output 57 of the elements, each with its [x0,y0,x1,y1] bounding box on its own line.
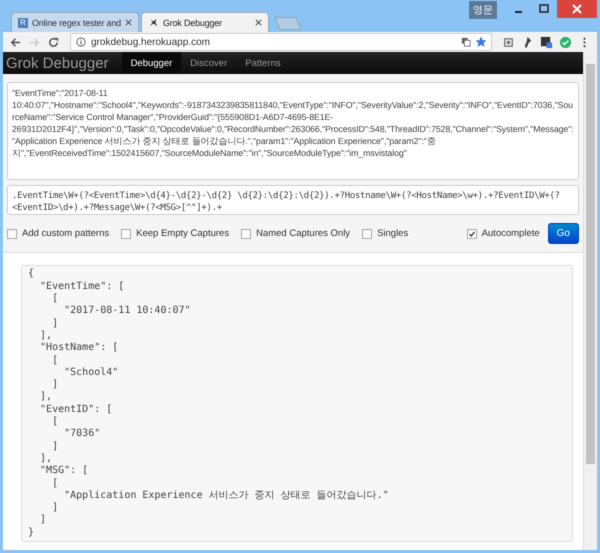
extension-icon[interactable] [540,36,553,48]
close-icon[interactable] [255,19,262,26]
code-line: "EventID": [ [39,404,114,416]
code-line: ], [39,330,54,342]
go-button[interactable]: Go [548,223,579,244]
code-line: ] [51,318,60,330]
code-line: [ [51,416,60,428]
code-line: "EventTime": [ [39,280,126,293]
nav-tab[interactable]: Patterns [236,52,290,74]
translate-icon[interactable] [461,37,471,47]
code-line: "Application Experience 서비스가 중지 상태로 들어갔습니다." [63,490,390,502]
code-line: [ [51,293,60,306]
checkbox-label: Keep Empty Captures [136,228,230,240]
scroll-thumb[interactable] [586,64,595,464]
checkbox-label: Autocomplete [482,228,540,240]
code-line: ] [51,440,60,453]
code-line: "7036" [63,428,102,441]
checkbox[interactable] [241,228,252,239]
favicon-icon: R [18,18,28,28]
check-circle-icon[interactable] [559,36,572,48]
checkbox[interactable] [362,228,372,239]
code-line: "2017-08-11 10:40:07" [63,305,192,318]
nav-tab[interactable]: Discover [181,52,236,74]
code-line: ] [51,502,60,514]
info-icon[interactable] [76,37,86,47]
code-line: "School4" [63,366,120,380]
pattern-field[interactable]: .EventTime\W+(?<EventTime>\d{4}-\d{2}-\d{2} \d{2}:\d{2}:\d{2}).+?Hostname\W+(?<HostName>\w+).+?EventID\W+(?<EventID>\d+).+?Message\W+(?<MSG>[^"]+).+ [7,185,579,216]
code-line: [ [51,478,60,490]
brand-link[interactable]: Grok Debugger [3,52,122,74]
checkbox-label: Add custom patterns [22,228,110,240]
star-icon[interactable] [476,37,486,47]
checkbox[interactable] [121,228,132,239]
code-line: ] [39,514,48,527]
checkbox[interactable] [466,228,477,239]
checkbox-label: Named Captures Only [256,228,350,240]
code-line: ], [39,391,54,404]
figure-icon [148,17,159,28]
checkbox-label: Singles [377,228,408,240]
input-field[interactable]: "EventTime":"2017-08-11 10:40:07","Hostname":"School4","Keywords":-9187343239835811840,"EventType":"INFO","SeverityValue":2,"Severity":"INFO","EventID":7036,"SourceName":"Service Control Manager","ProviderGuid":"{555908D1-A6D7-4695-8E1E-26931D2012F4}","Version":0,"Task":0,"OpcodeValue":0,"RecordNumber":263066,"ProcessID":548,"ThreadID":7528,"Channel":"System","Message":"Application Experience 서비스가 중지 상태로 들어갔습니다.","param1":"Application Experience","param2":"중지","EventReceivedTime":1502415607,"SourceModuleName":"in","SourceModuleType":"im_msvistalog" [7,82,579,180]
browser-tab[interactable]: Grok Debugger [141,12,269,32]
code-line: "MSG": [ [39,465,90,478]
close-button[interactable] [557,0,597,18]
code-line: [ [51,354,60,367]
address-bar[interactable]: grokdebug.herokuapp.com [70,33,492,51]
checkbox[interactable] [7,228,17,239]
code-line: ], [39,452,54,466]
reload-icon[interactable] [47,36,60,48]
browser-tab[interactable]: R Online regex tester and [11,12,139,32]
nav-tab[interactable]: Debugger [122,52,182,74]
scrollbar[interactable] [583,52,597,550]
code-line: } [28,526,36,539]
code-line: { [28,268,36,281]
close-icon[interactable] [125,19,132,26]
code-line: ] [51,379,60,392]
back-icon[interactable] [9,36,22,48]
ime-indicator[interactable]: 영문 [469,1,497,19]
code-line: "HostName": [ [39,342,120,355]
